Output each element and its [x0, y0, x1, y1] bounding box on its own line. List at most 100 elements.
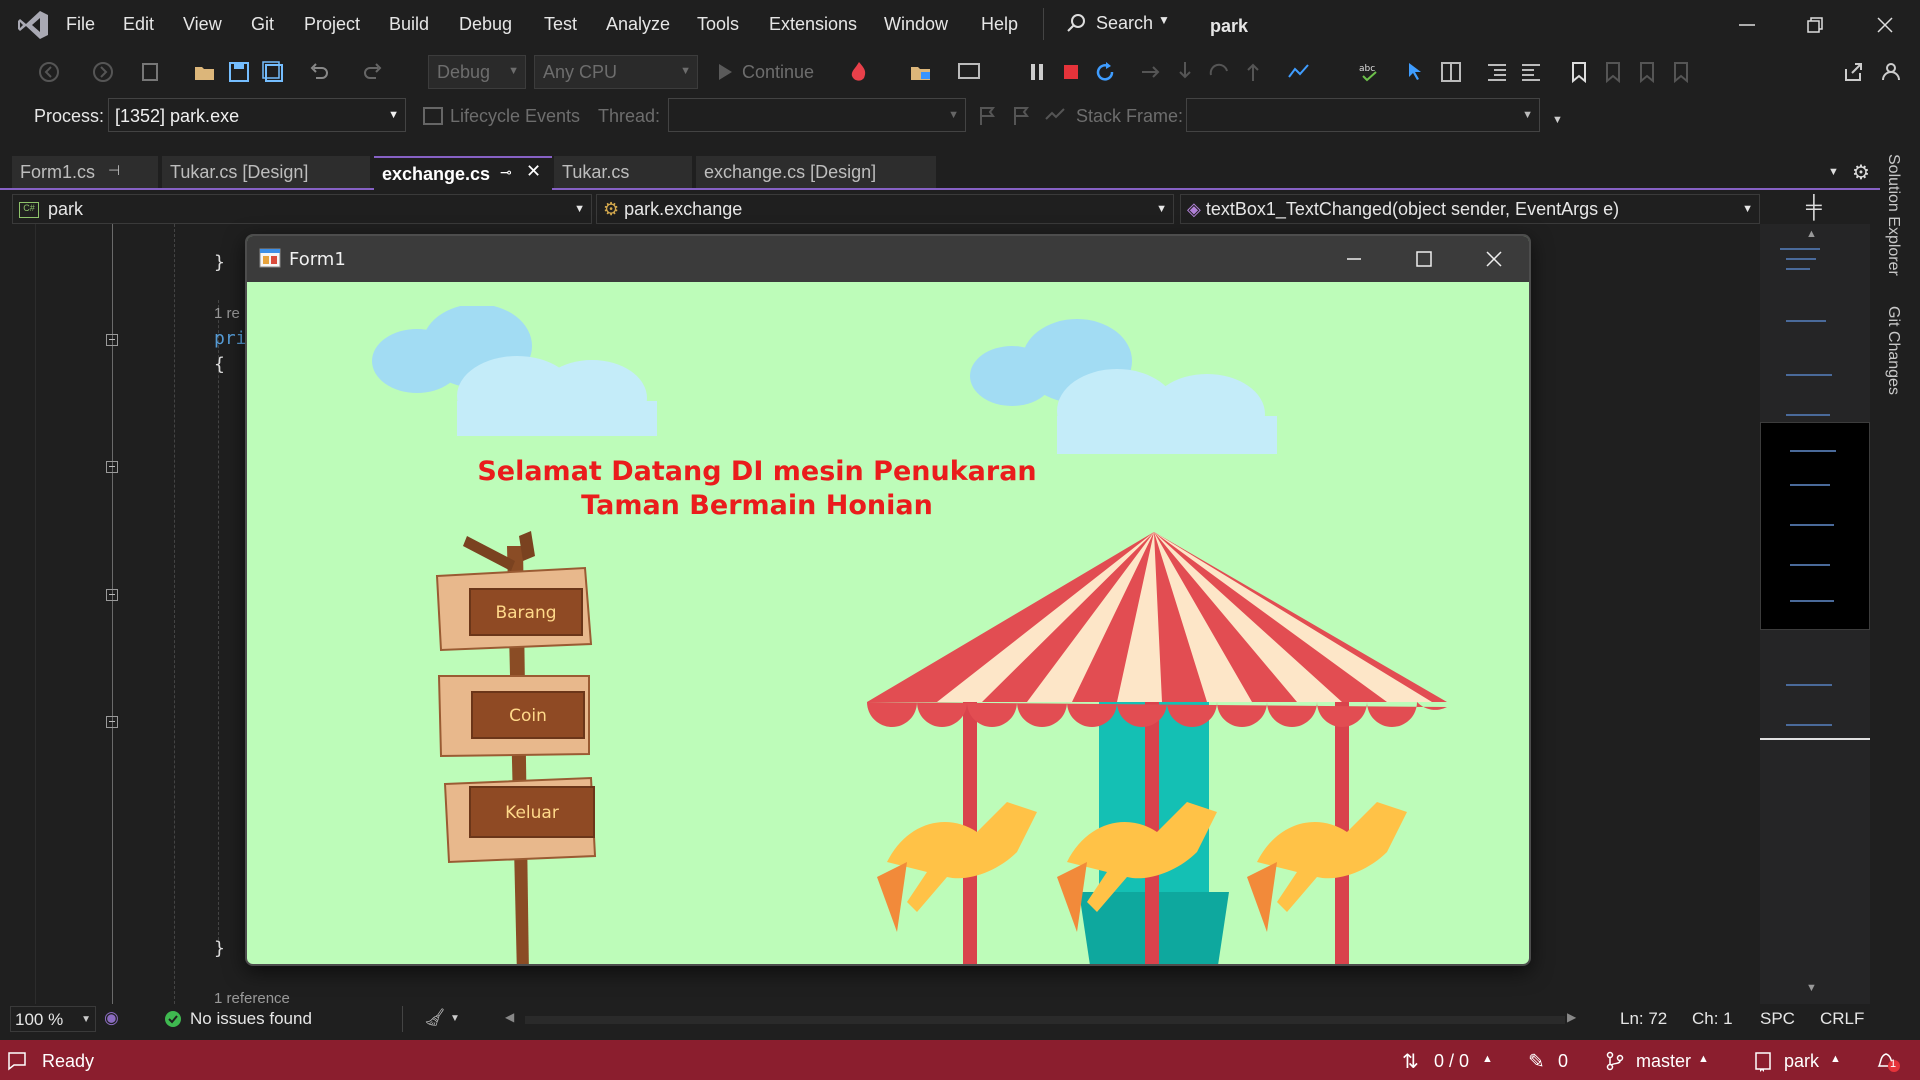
menu-edit[interactable]: Edit	[123, 14, 154, 35]
outdent-icon[interactable]	[1484, 59, 1510, 85]
menu-debug[interactable]: Debug	[459, 14, 512, 35]
step-out-icon[interactable]	[1240, 59, 1266, 85]
menu-analyze[interactable]: Analyze	[606, 14, 670, 35]
scroll-down-icon[interactable]: ▼	[1806, 982, 1817, 994]
solution-explorer-tab[interactable]: Solution Explorer	[1884, 154, 1902, 276]
stack-frame-dropdown[interactable]: ▼	[1186, 98, 1540, 132]
member-dropdown[interactable]: ◈ textBox1_TextChanged(object sender, Ev…	[1180, 194, 1760, 224]
project-dropdown[interactable]: C# park ▼	[12, 194, 592, 224]
intellicode-icon[interactable]: ◉	[104, 1008, 119, 1028]
browse-folder-icon[interactable]	[908, 59, 934, 85]
collapse-region-icon[interactable]	[106, 334, 118, 346]
continue-button[interactable]: Continue	[742, 62, 814, 83]
column-number[interactable]: Ch: 1	[1692, 1009, 1733, 1029]
navigate-forward-icon[interactable]	[90, 59, 116, 85]
feedback-icon[interactable]	[1880, 59, 1906, 85]
continue-play-icon[interactable]	[712, 59, 738, 85]
repository-icon[interactable]	[1752, 1050, 1774, 1072]
coin-button[interactable]: Coin	[471, 691, 585, 739]
menu-build[interactable]: Build	[389, 14, 429, 35]
restart-icon[interactable]	[1092, 59, 1118, 85]
minimap-scrollbar[interactable]: ▲ ▼	[1760, 224, 1870, 1004]
close-icon[interactable]	[1872, 12, 1898, 38]
changes-count[interactable]: 0	[1558, 1051, 1568, 1072]
type-dropdown[interactable]: ⚙ park.exchange ▼	[596, 194, 1174, 224]
collapse-region-icon[interactable]	[106, 461, 118, 473]
pencil-icon[interactable]: ✎	[1528, 1049, 1545, 1074]
stop-icon[interactable]	[1058, 59, 1084, 85]
pointer-select-icon[interactable]	[1404, 59, 1430, 85]
form1-titlebar[interactable]: Form1	[247, 236, 1529, 282]
scroll-up-icon[interactable]: ▲	[1806, 228, 1817, 240]
tab-form1-cs[interactable]: Form1.cs ⊣	[12, 156, 158, 188]
zoom-dropdown[interactable]: 100 % ▼	[10, 1006, 96, 1032]
next-bookmark-icon[interactable]	[1634, 59, 1660, 85]
collapse-region-icon[interactable]	[106, 589, 118, 601]
hot-reload-icon[interactable]	[846, 59, 872, 85]
chevron-up-icon[interactable]: ▲	[1830, 1053, 1841, 1065]
collapse-region-icon[interactable]	[106, 716, 118, 728]
notifications-bell-icon[interactable]	[1874, 1048, 1902, 1074]
branch-name[interactable]: master	[1636, 1051, 1691, 1072]
new-project-icon[interactable]	[138, 59, 164, 85]
menu-file[interactable]: File	[66, 14, 95, 35]
codelens-reference[interactable]: 1 re	[214, 305, 240, 322]
repository-name[interactable]: park	[1784, 1051, 1819, 1072]
restore-icon[interactable]	[1802, 12, 1828, 38]
pin-icon[interactable]: ⊸	[500, 164, 512, 181]
menu-tools[interactable]: Tools	[697, 14, 739, 35]
sync-arrows-icon[interactable]: ⇅	[1402, 1049, 1419, 1074]
line-number[interactable]: Ln: 72	[1620, 1009, 1667, 1029]
tab-tukar-design[interactable]: Tukar.cs [Design]	[162, 156, 370, 188]
tab-tukar-cs[interactable]: Tukar.cs	[554, 156, 692, 188]
indent-icon[interactable]	[1518, 59, 1544, 85]
menu-project[interactable]: Project	[304, 14, 360, 35]
commit-count[interactable]: 0 / 0	[1434, 1051, 1469, 1072]
form1-window[interactable]: Form1 Selamat Datang DI mesin Penukaran …	[245, 234, 1531, 966]
close-tab-icon[interactable]: ✕	[526, 161, 541, 182]
undo-icon[interactable]	[306, 59, 332, 85]
menu-test[interactable]: Test	[544, 14, 577, 35]
minimap-viewport[interactable]	[1760, 422, 1870, 630]
screen-layout-icon[interactable]	[956, 59, 982, 85]
form-close-icon[interactable]	[1483, 248, 1505, 270]
issues-status[interactable]: No issues found	[190, 1009, 312, 1029]
open-folder-icon[interactable]	[192, 59, 218, 85]
git-branch-icon[interactable]	[1604, 1050, 1626, 1072]
scroll-left-icon[interactable]: ◀	[505, 1010, 514, 1024]
chevron-down-icon[interactable]: ▼	[450, 1013, 460, 1024]
tab-list-chevron-icon[interactable]: ▼	[1828, 166, 1839, 178]
code-cleanup-icon[interactable]: 🧹︎	[424, 1008, 446, 1028]
solution-configuration-dropdown[interactable]: Debug ▼	[428, 55, 526, 89]
minimize-icon[interactable]	[1734, 12, 1760, 38]
tab-exchange-design[interactable]: exchange.cs [Design]	[696, 156, 936, 188]
process-dropdown[interactable]: [1352] park.exe ▼	[108, 98, 406, 132]
flag-threads-icon[interactable]	[1008, 103, 1034, 129]
barang-button[interactable]: Barang	[469, 588, 583, 636]
show-next-statement-icon[interactable]	[1138, 59, 1164, 85]
navigate-back-icon[interactable]	[36, 59, 62, 85]
form-minimize-icon[interactable]	[1343, 248, 1365, 270]
bookmark-icon[interactable]	[1566, 59, 1592, 85]
visual-studio-logo-icon[interactable]	[16, 8, 50, 42]
menu-help[interactable]: Help	[981, 14, 1018, 35]
save-icon[interactable]	[226, 59, 252, 85]
gear-icon[interactable]: ⚙	[1852, 160, 1870, 185]
lifecycle-events-button[interactable]: Lifecycle Events	[450, 106, 580, 127]
save-all-icon[interactable]	[260, 59, 286, 85]
diagnostics-icon[interactable]	[1286, 59, 1312, 85]
whitespace-mode[interactable]: SPC	[1760, 1009, 1795, 1029]
flag-thread-icon[interactable]	[974, 103, 1000, 129]
previous-bookmark-icon[interactable]	[1600, 59, 1626, 85]
menu-extensions[interactable]: Extensions	[769, 14, 857, 35]
tab-exchange-cs[interactable]: exchange.cs ⊸ ✕	[374, 156, 552, 190]
step-into-icon[interactable]	[1172, 59, 1198, 85]
line-ending[interactable]: CRLF	[1820, 1009, 1864, 1029]
clear-bookmarks-icon[interactable]	[1668, 59, 1694, 85]
live-share-icon[interactable]	[1840, 59, 1866, 85]
keluar-button[interactable]: Keluar	[469, 786, 595, 838]
menu-view[interactable]: View	[183, 14, 222, 35]
menu-window[interactable]: Window	[884, 14, 948, 35]
form-maximize-icon[interactable]	[1413, 248, 1435, 270]
thread-dropdown[interactable]: ▼	[668, 98, 966, 132]
